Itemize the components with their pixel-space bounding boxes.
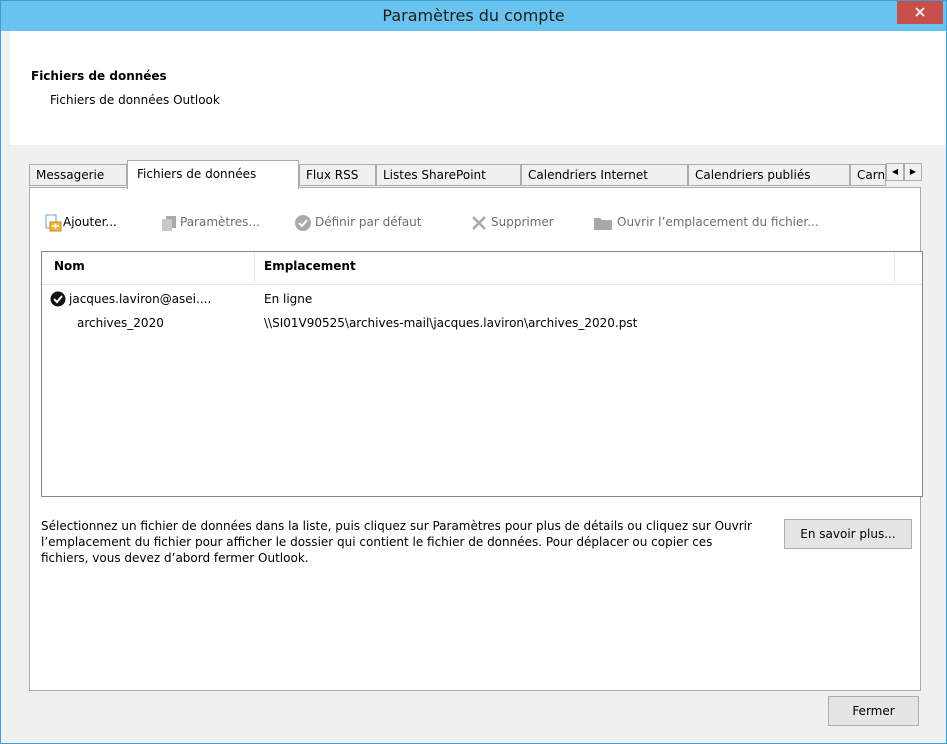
delete-button[interactable]: Supprimer [491, 215, 554, 229]
delete-x-icon [472, 216, 486, 230]
learn-more-button[interactable]: En savoir plus... [784, 519, 912, 549]
title-bar[interactable]: Paramètres du compte [1, 1, 946, 31]
tab-calendriers-internet[interactable]: Calendriers Internet [521, 164, 688, 186]
add-file-icon [45, 214, 62, 232]
header-panel: Fichiers de données Fichiers de données … [10, 31, 946, 145]
row-name: archives_2020 [77, 316, 164, 330]
data-files-panel: Ajouter... Paramètres... Définir par déf… [29, 187, 923, 691]
tab-scroll-left-button[interactable]: ◀ [886, 163, 904, 181]
add-button[interactable]: Ajouter... [63, 215, 117, 229]
column-divider[interactable] [254, 252, 255, 283]
tab-listes-sharepoint[interactable]: Listes SharePoint [376, 164, 521, 186]
row-location: En ligne [264, 292, 313, 306]
row-location: \\SI01V90525\archives-mail\jacques.lavir… [264, 316, 638, 330]
account-settings-window: Paramètres du compte Fichiers de données… [0, 0, 947, 744]
arrow-right-icon: ▶ [909, 167, 917, 176]
tab-calendriers-publies[interactable]: Calendriers publiés [688, 164, 850, 186]
tab-fichiers-de-donnees[interactable]: Fichiers de données [127, 160, 299, 189]
column-header-name[interactable]: Nom [54, 259, 85, 273]
page-subtitle: Fichiers de données Outlook [50, 93, 220, 107]
help-text: Sélectionnez un fichier de données dans … [41, 519, 752, 565]
column-divider[interactable] [894, 252, 895, 283]
close-dialog-button[interactable]: Fermer [828, 696, 919, 726]
tab-messagerie[interactable]: Messagerie [29, 164, 127, 186]
column-header-location[interactable]: Emplacement [264, 259, 356, 273]
tab-scroll-right-button[interactable]: ▶ [904, 163, 922, 181]
settings-icon [162, 216, 176, 231]
check-circle-icon [295, 215, 311, 231]
window-title: Paramètres du compte [382, 6, 565, 25]
tab-flux-rss[interactable]: Flux RSS [299, 164, 376, 186]
tab-carnets-adresses[interactable]: Carnets d'adresses [850, 164, 886, 186]
tab-strip: Messagerie Fichiers de données Flux RSS … [29, 160, 922, 189]
row-name: jacques.laviron@asei.... [69, 292, 212, 306]
folder-icon [594, 218, 612, 230]
header-divider [42, 284, 922, 285]
close-icon [915, 7, 925, 17]
page-title: Fichiers de données [31, 69, 167, 83]
settings-button[interactable]: Paramètres... [180, 215, 260, 229]
data-files-list: Nom Emplacement jacques.laviron@asei....… [41, 251, 923, 497]
set-default-button[interactable]: Définir par défaut [315, 215, 421, 229]
arrow-left-icon: ◀ [891, 167, 899, 176]
default-check-icon [50, 291, 66, 307]
close-button[interactable] [897, 1, 943, 24]
open-location-button[interactable]: Ouvrir l’emplacement du fichier... [617, 215, 819, 229]
